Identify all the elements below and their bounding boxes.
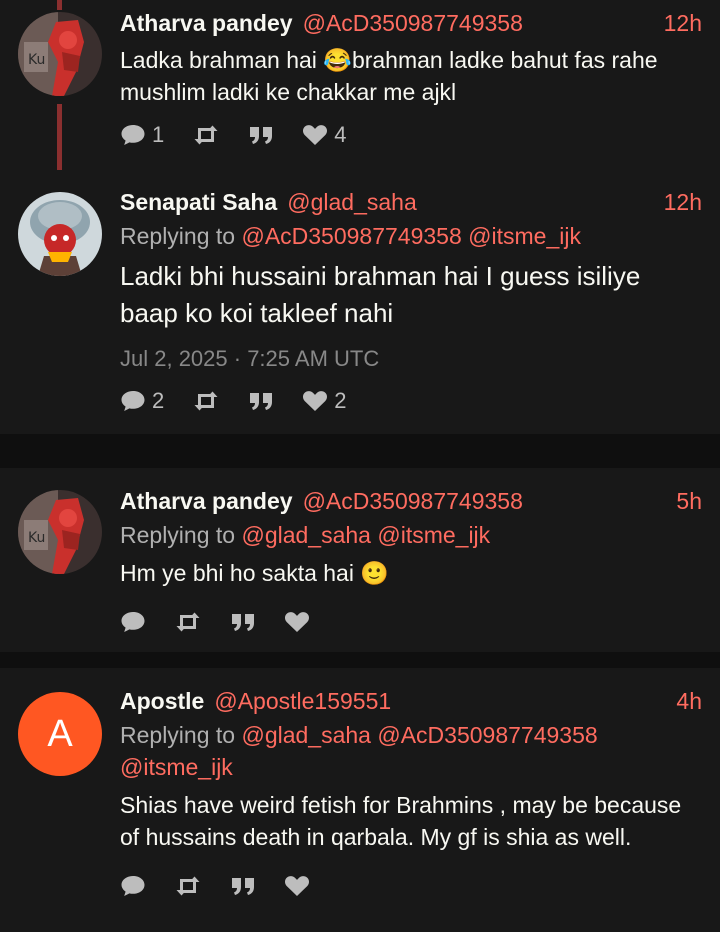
replying-users[interactable]: @AcD350987749358 @itsme_ijk: [241, 223, 581, 249]
tweet-text: Shias have weird fetish for Brahmins , m…: [120, 792, 682, 850]
replying-label: Replying to: [120, 722, 236, 748]
tweet-stats: [120, 607, 702, 637]
tweet-header: Senapati Saha @glad_saha 12h: [120, 187, 702, 217]
username[interactable]: @AcD350987749358: [303, 486, 523, 516]
fullname[interactable]: Atharva pandey: [120, 8, 293, 38]
heart-icon: [302, 124, 328, 146]
comment-count: 2: [152, 388, 165, 413]
tweet-time[interactable]: 5h: [676, 486, 702, 516]
quote-stat[interactable]: [230, 611, 256, 633]
retweet-stat[interactable]: [192, 124, 220, 146]
tweet-header: Apostle @Apostle159551 4h: [120, 686, 702, 716]
replying-to: Replying to @glad_saha @AcD350987749358 …: [120, 719, 702, 783]
comment-stat[interactable]: 1: [120, 122, 164, 148]
tweet-time[interactable]: 4h: [676, 686, 702, 716]
avatar[interactable]: Ku: [18, 490, 102, 574]
replying-to: Replying to @glad_saha @itsme_ijk: [120, 519, 702, 551]
quote-stat[interactable]: [248, 390, 274, 412]
comment-stat[interactable]: 2: [120, 388, 164, 414]
retweet-icon: [192, 390, 220, 412]
username[interactable]: @AcD350987749358: [303, 8, 523, 38]
like-count: 2: [334, 388, 347, 413]
comment-stat[interactable]: [120, 610, 146, 634]
comment-count: 1: [152, 122, 165, 147]
comment-icon: [120, 123, 146, 147]
tweet-text: Ladka brahman hai 😂brahman ladke bahut f…: [120, 47, 658, 105]
tweet-header: Atharva pandey @AcD350987749358 5h: [120, 486, 702, 516]
replying-label: Replying to: [120, 223, 236, 249]
retweet-icon: [192, 124, 220, 146]
tweet-text: Ladki bhi hussaini brahman hai I guess i…: [120, 261, 641, 328]
quote-stat[interactable]: [230, 875, 256, 897]
tweet-text: Hm ye bhi ho sakta hai 🙂: [120, 560, 389, 586]
svg-text:Ku: Ku: [28, 52, 45, 68]
avatar[interactable]: A: [18, 692, 102, 776]
quote-stat[interactable]: [248, 124, 274, 146]
fullname[interactable]: Apostle: [120, 686, 204, 716]
tweet-time[interactable]: 12h: [664, 187, 702, 217]
fullname[interactable]: Senapati Saha: [120, 187, 277, 217]
tweet-2[interactable]: Senapati Saha @glad_saha 12h Replying to…: [0, 170, 720, 434]
retweet-icon: [174, 611, 202, 633]
avatar-letter: A: [47, 712, 73, 755]
quote-icon: [248, 124, 274, 146]
quote-icon: [230, 611, 256, 633]
thread-line: [57, 0, 62, 10]
tweet-header: Atharva pandey @AcD350987749358 12h: [120, 8, 702, 38]
heart-icon: [284, 611, 310, 633]
heart-icon: [284, 875, 310, 897]
retweet-stat[interactable]: [174, 875, 202, 897]
retweet-stat[interactable]: [192, 390, 220, 412]
tweet-4[interactable]: A Apostle @Apostle159551 4h Replying to …: [0, 668, 720, 932]
like-stat[interactable]: 2: [302, 388, 347, 414]
replying-users[interactable]: @glad_saha @itsme_ijk: [241, 522, 490, 548]
tweet-stats: [120, 871, 702, 901]
avatar[interactable]: Ku: [18, 12, 102, 96]
replying-label: Replying to: [120, 522, 236, 548]
svg-text:Ku: Ku: [28, 530, 45, 546]
avatar[interactable]: [18, 192, 102, 276]
quote-icon: [248, 390, 274, 412]
tweet-1[interactable]: Ku Atharva pandey @AcD350987749358 12h L…: [0, 0, 720, 170]
heart-icon: [302, 390, 328, 412]
thread-line: [57, 104, 62, 170]
tweet-stats: 2 2: [120, 386, 702, 416]
like-stat[interactable]: [284, 611, 310, 633]
username[interactable]: @Apostle159551: [214, 686, 391, 716]
tweet-date[interactable]: Jul 2, 2025 · 7:25 AM UTC: [120, 344, 702, 374]
like-stat[interactable]: [284, 875, 310, 897]
retweet-icon: [174, 875, 202, 897]
like-stat[interactable]: 4: [302, 122, 347, 148]
comment-stat[interactable]: [120, 874, 146, 898]
comment-icon: [120, 610, 146, 634]
tweet-3[interactable]: Ku Atharva pandey @AcD350987749358 5h Re…: [0, 468, 720, 652]
replying-to: Replying to @AcD350987749358 @itsme_ijk: [120, 220, 702, 252]
quote-icon: [230, 875, 256, 897]
comment-icon: [120, 389, 146, 413]
comment-icon: [120, 874, 146, 898]
tweet-stats: 1 4: [120, 120, 702, 150]
fullname[interactable]: Atharva pandey: [120, 486, 293, 516]
username[interactable]: @glad_saha: [287, 187, 417, 217]
like-count: 4: [334, 122, 347, 147]
tweet-time[interactable]: 12h: [664, 8, 702, 38]
retweet-stat[interactable]: [174, 611, 202, 633]
